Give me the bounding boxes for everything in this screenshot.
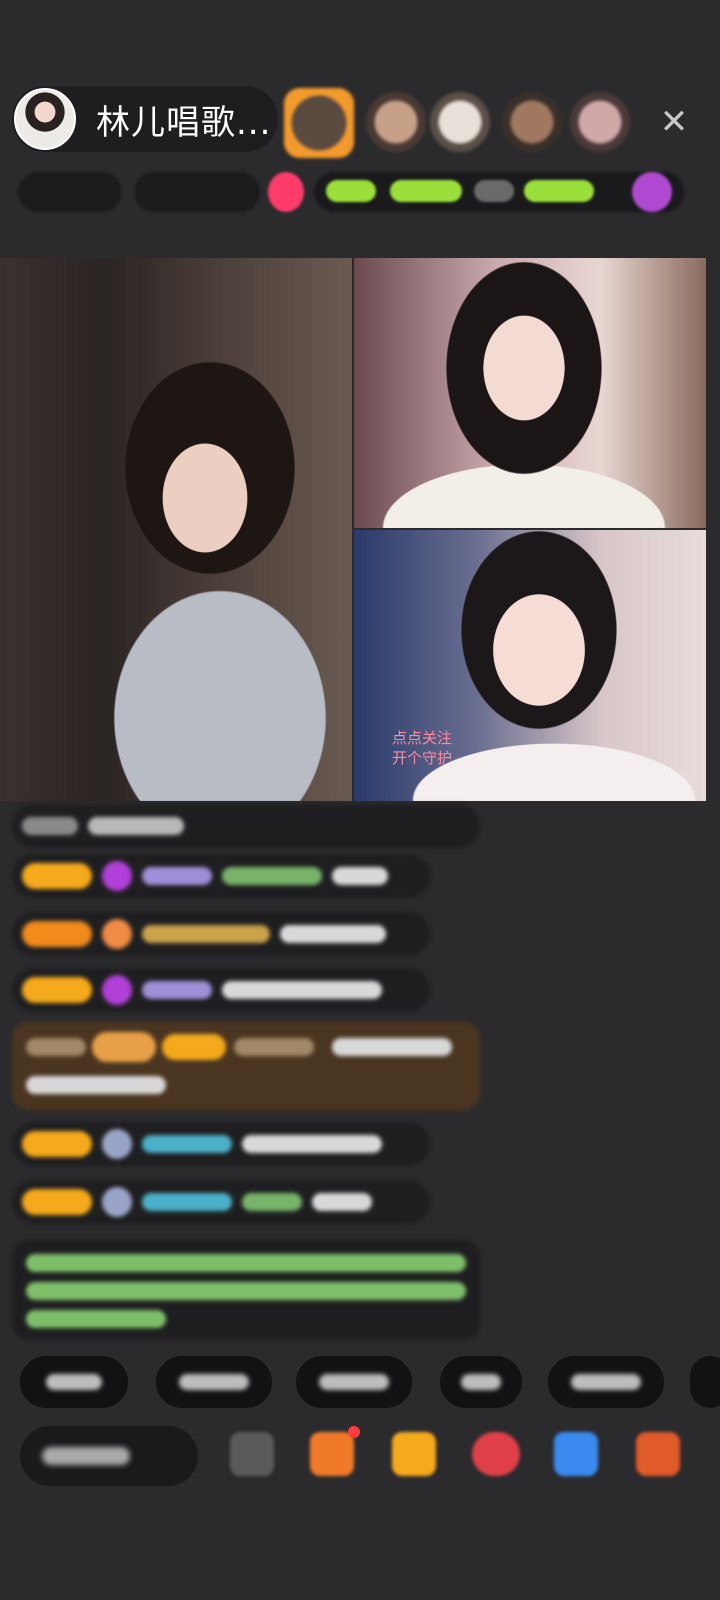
rank-chip[interactable] [134,172,260,212]
viewer-avatar[interactable] [284,88,354,158]
pk-tag [524,180,594,202]
rank-chip[interactable] [18,172,122,212]
follow-prompt-line1: 点点关注 [392,729,453,747]
gift-box-icon[interactable] [392,1432,436,1476]
close-button[interactable]: ✕ [652,100,696,144]
notification-dot [348,1426,360,1438]
system-notice [12,1240,480,1340]
follow-prompt: 点点关注 开个守护 [392,728,452,768]
host-info-pill[interactable]: 林儿唱歌... [12,86,278,152]
chat-message [12,1122,430,1166]
close-icon: ✕ [659,103,689,141]
viewer-avatar[interactable] [366,92,426,152]
comment-input[interactable] [20,1426,198,1486]
quick-reply-chip[interactable] [548,1356,664,1408]
guest-video-1[interactable] [354,258,706,528]
quick-reply-row [0,1356,720,1408]
chat-message [12,854,430,898]
pk-tag [474,180,514,202]
host-avatar[interactable] [14,88,76,150]
chat-message [12,912,430,956]
bottom-toolbar [0,1424,720,1494]
shop-icon[interactable] [310,1432,354,1476]
pk-tag [390,180,462,202]
viewer-avatar[interactable] [430,92,490,152]
host-name: 林儿唱歌... [96,102,272,143]
follow-prompt-line2: 开个守护 [392,749,453,767]
guest-video-2[interactable]: 点点关注 开个守护 [354,530,706,801]
game-icon[interactable] [554,1432,598,1476]
chat-message [12,804,480,848]
more-icon[interactable] [230,1432,274,1476]
pk-icon[interactable] [632,172,672,212]
pk-tag [326,180,376,202]
quick-reply-chip[interactable] [690,1356,720,1408]
fan-club-icon[interactable] [472,1432,520,1476]
quick-reply-chip[interactable] [440,1356,522,1408]
quick-reply-chip[interactable] [296,1356,412,1408]
quick-reply-chip[interactable] [156,1356,272,1408]
gift-message [12,1022,480,1110]
chat-message [12,1180,430,1224]
viewer-avatar[interactable] [502,92,562,152]
chat-message [12,968,430,1012]
rank-chip-icon[interactable] [268,172,304,212]
gift-icon[interactable] [636,1432,680,1476]
rank-chip-row [18,168,688,218]
viewer-avatar[interactable] [570,92,630,152]
quick-reply-chip[interactable] [20,1356,128,1408]
main-video-stream[interactable] [0,258,352,801]
